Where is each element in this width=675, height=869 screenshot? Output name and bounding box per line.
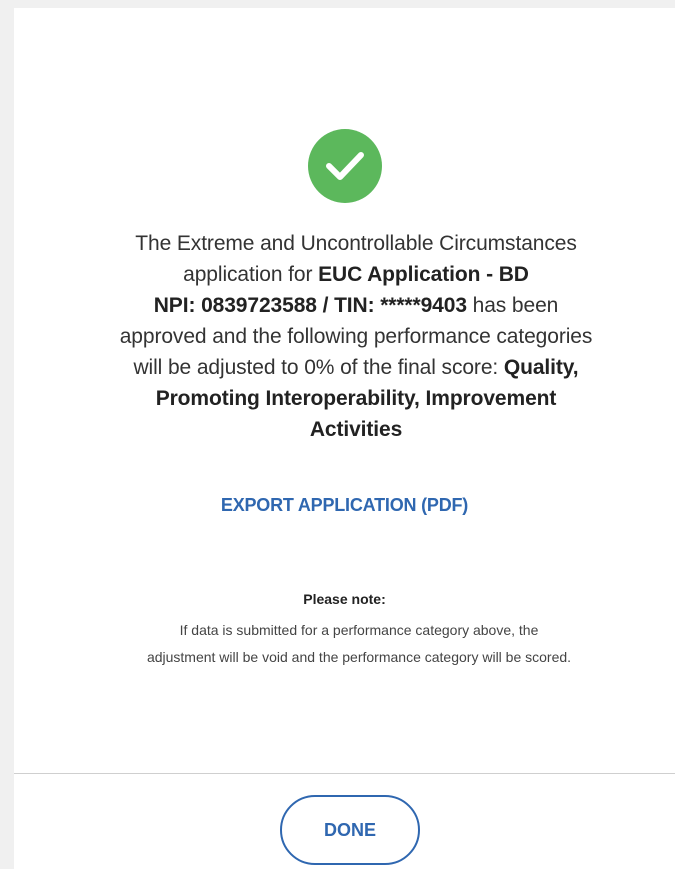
message-line-2-prefix: application for — [183, 263, 319, 286]
approval-message: The Extreme and Uncontrollable Circumsta… — [64, 228, 648, 445]
checkmark-icon — [325, 152, 364, 180]
note-line-2: adjustment will be void and the performa… — [146, 649, 572, 665]
status-icon-wrapper — [14, 129, 675, 203]
check-circle-icon — [307, 129, 382, 203]
categories-part-2: Promoting Interoperability, Improvement — [155, 387, 557, 410]
confirmation-dialog: The Extreme and Uncontrollable Circumsta… — [14, 8, 675, 869]
page-background: The Extreme and Uncontrollable Circumsta… — [0, 0, 675, 869]
note-title: Please note: — [303, 591, 386, 607]
message-line-5-prefix: will be adjusted to 0% of the final scor… — [133, 356, 504, 379]
footer-divider — [14, 773, 675, 774]
done-button[interactable]: DONE — [280, 795, 420, 865]
export-application-link[interactable]: EXPORT APPLICATION (PDF) — [14, 495, 675, 516]
application-name: EUC Application - BD — [318, 263, 529, 286]
message-line-1: The Extreme and Uncontrollable Circumsta… — [135, 232, 577, 255]
note-line-1: If data is submitted for a performance c… — [179, 622, 539, 638]
message-line-4: approved and the following performance c… — [119, 325, 593, 348]
provider-identifiers: NPI: 0839723588 / TIN: *****9403 — [153, 294, 467, 317]
categories-part-1: Quality, — [503, 356, 579, 379]
categories-part-3: Activities — [309, 418, 403, 441]
message-line-3-suffix: has been — [466, 294, 559, 317]
note-body: If data is submitted for a performance c… — [44, 617, 674, 671]
